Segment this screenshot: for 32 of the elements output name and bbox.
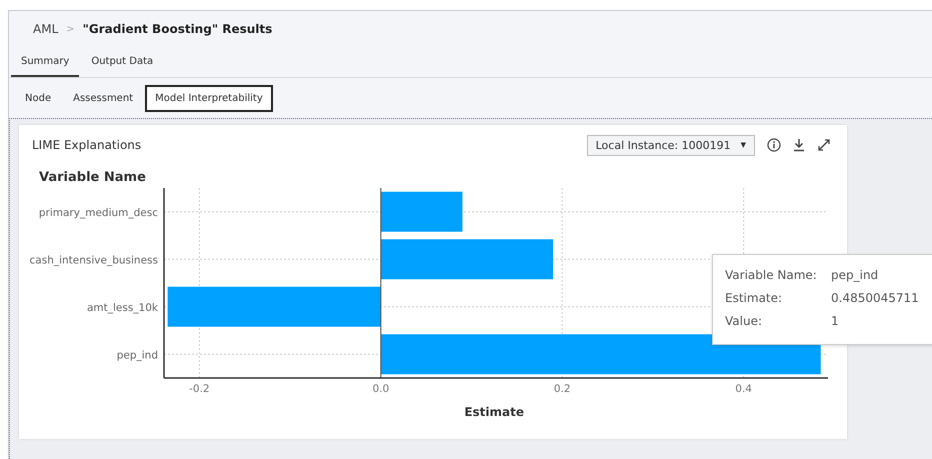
bar[interactable]: [380, 192, 462, 232]
tooltip-value: 0.4850045711: [831, 290, 919, 304]
breadcrumb-separator: >: [66, 24, 75, 34]
axis-title: Estimate: [464, 405, 524, 419]
tooltip-label: Estimate:: [725, 290, 784, 304]
bar[interactable]: [380, 239, 554, 280]
tab[interactable]: Output Data: [81, 47, 164, 77]
download-icon[interactable]: [793, 138, 805, 152]
category-label: amt_less_10k: [86, 302, 158, 314]
card-title: LIME Explanations: [32, 138, 142, 152]
category-label: pep_ind: [116, 349, 158, 362]
sub-tab[interactable]: Node: [15, 84, 62, 112]
tick-label: 0.0: [372, 383, 390, 395]
axis-title: Variable Name: [39, 170, 146, 185]
tick-label: -0.2: [189, 383, 210, 395]
tooltip-value: pep_ind: [831, 268, 878, 282]
expand-icon[interactable]: [817, 138, 831, 152]
breadcrumb-link[interactable]: AML: [33, 22, 58, 36]
tab[interactable]: Summary: [11, 47, 80, 77]
info-icon[interactable]: [767, 138, 781, 152]
sub-tab[interactable]: Assessment: [63, 84, 144, 112]
tick-label: 0.2: [554, 383, 571, 395]
bar[interactable]: [380, 334, 821, 374]
tick-label: 0.4: [735, 383, 752, 395]
category-label: cash_intensive_business: [30, 254, 158, 266]
category-label: primary_medium_desc: [38, 206, 158, 219]
tooltip-label: Variable Name:: [725, 268, 818, 282]
tooltip-value: 1: [831, 314, 839, 328]
sub-tab[interactable]: Model Interpretability: [145, 84, 273, 112]
tooltip-label: Value:: [725, 314, 763, 328]
page-title: "Gradient Boosting" Results: [82, 22, 272, 36]
bar[interactable]: [168, 286, 381, 327]
